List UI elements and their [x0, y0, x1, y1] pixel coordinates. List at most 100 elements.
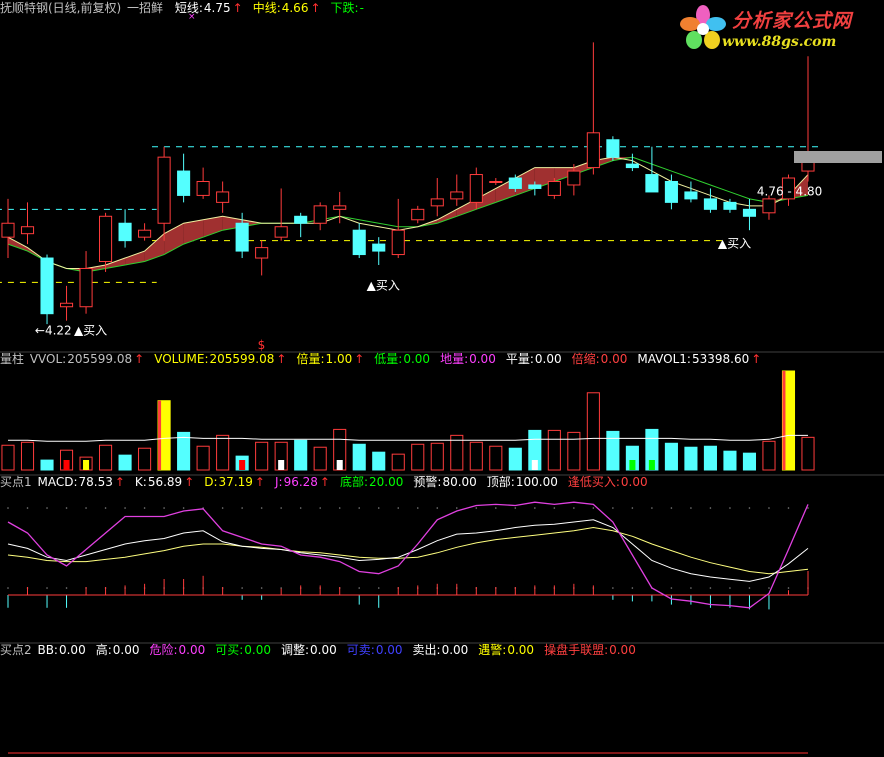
grid-dot — [436, 507, 439, 509]
grid-dot — [65, 587, 68, 589]
volume_header-item-value: 0.00 — [469, 352, 496, 366]
volume-bar — [40, 459, 54, 471]
volume-bar — [684, 446, 698, 471]
candle-body — [274, 226, 288, 238]
bb_header-item-value: 0.00 — [507, 643, 535, 657]
volume-bar — [255, 441, 269, 471]
macd_header-item: 预警:80.00 — [413, 475, 478, 489]
kdj-k-line — [7, 519, 809, 582]
kdj-j-line — [7, 501, 809, 609]
candle-body — [391, 229, 405, 256]
kdj-d-line — [7, 526, 809, 575]
grid-dot — [241, 507, 243, 509]
bb-panel-name: 买点2 — [0, 643, 32, 657]
grid-dot — [592, 507, 595, 509]
candle-body — [79, 267, 93, 308]
buy-annotation: ▲买入 — [718, 237, 751, 251]
volume-bar — [586, 392, 600, 471]
grid-dot — [260, 507, 263, 509]
indicator-name: 一招鲜 — [127, 1, 164, 15]
grid-dot — [46, 507, 48, 509]
volume-signal-block — [63, 460, 70, 470]
grid-dot — [338, 507, 341, 509]
candle-body — [742, 208, 757, 217]
volume_header-item-label: 低量: — [374, 352, 403, 366]
macd_header-item-value: 56.89 — [147, 475, 183, 489]
volume-bar-edge — [782, 371, 786, 470]
up-arrow-icon: ↑ — [134, 352, 145, 366]
volume_header-item-value: 0.00 — [403, 352, 431, 366]
grid-dot — [514, 507, 517, 509]
volume_header-item: 倍量:1.00 ↑ — [296, 352, 366, 366]
candle-body — [450, 191, 464, 200]
candle-body — [430, 198, 444, 207]
macd_header-item: K:56.89 ↑ — [135, 475, 196, 489]
candle-body — [567, 170, 581, 186]
bb_header-item: 危险:0.00 — [149, 643, 207, 657]
up-arrow-icon: ↑ — [232, 1, 243, 15]
candle-body — [469, 174, 483, 203]
volume_header-item-value: 0.00 — [534, 352, 562, 366]
volume_header-item: MAVOL1:53398.60 ↑ — [637, 352, 763, 366]
macd_header-item-value: 37.19 — [218, 475, 253, 489]
price-tag — [794, 151, 882, 163]
volume_header-item: VOLUME:205599.08 ↑ — [154, 352, 288, 366]
grid-dot — [631, 507, 634, 509]
bb_header-item-value: 0.00 — [112, 643, 140, 657]
price-panel: ▲买入▲买入▲买入←4.224.76 - 4.80$ — [0, 42, 882, 352]
candle-body — [333, 205, 347, 210]
bb_header-item: 可卖:0.00 — [347, 643, 405, 657]
grid-dot — [709, 507, 712, 509]
macd_header-item-label: K: — [134, 475, 147, 489]
macd_header-item: 顶部:100.00 — [487, 475, 560, 489]
grid-dot — [299, 507, 302, 509]
grid-dot — [748, 587, 751, 589]
bb_header-item: BB:0.00 — [37, 643, 87, 657]
candle-body — [684, 191, 698, 200]
mavol-line — [8, 434, 808, 442]
bb_header-item: 操盘手联盟:0.00 — [544, 643, 638, 657]
candle-body — [411, 208, 425, 221]
candle-body — [762, 198, 776, 214]
bb_header-item-value: 0.00 — [178, 643, 206, 657]
macd_header-item-label: 底部: — [339, 475, 369, 489]
macd_header-item: D:37.19 ↑ — [204, 475, 267, 489]
header-item-label: 下跌: — [330, 1, 359, 15]
volume_header-item-label: MAVOL1: — [637, 352, 691, 366]
macd_header-item-value: 96.28 — [283, 475, 318, 489]
volume-bar — [118, 454, 132, 471]
volume-bar — [372, 451, 386, 471]
bb_header-item-value: 0.00 — [609, 643, 636, 657]
grid-dot — [46, 587, 48, 589]
volume-bar — [801, 436, 815, 471]
grid-dot — [534, 507, 536, 509]
candle-body — [118, 222, 132, 242]
volume-bar — [99, 444, 113, 471]
header-item-value: - — [359, 1, 364, 15]
grid-dot — [690, 507, 692, 509]
bb_header-item-label: 调整: — [281, 643, 310, 657]
stock-title: 抚顺特钢(日线,前复权) — [0, 1, 122, 15]
grid-dot — [670, 587, 673, 589]
bb_header-item: 调整:0.00 — [281, 643, 339, 657]
macd_header-item-value: 20.00 — [369, 475, 404, 489]
up-arrow-icon: ↑ — [276, 352, 287, 366]
bb_header-item: 可买:0.00 — [215, 643, 273, 657]
candle-body — [586, 132, 600, 169]
macd_header-item-value: 0.00 — [620, 475, 648, 489]
buy-annotation: 4.76 - 4.80 — [757, 185, 822, 199]
macd_header-item-label: 逢低买入: — [567, 475, 620, 489]
candle-body — [508, 177, 522, 189]
candle-body — [177, 170, 191, 196]
volume_header-item-value: 53398.60 — [691, 352, 750, 366]
candle-body — [255, 247, 269, 259]
bb_header-item-label: 危险: — [149, 643, 178, 657]
bb_header-item: 高:0.00 — [96, 643, 142, 657]
header-item-value: 4.75 — [203, 1, 231, 15]
volume-panel-name: 量柱 — [0, 352, 25, 366]
header-item: 下跌:- — [331, 1, 366, 15]
macd_header-item: 逢低买入:0.00 — [568, 475, 650, 489]
grid-dot — [651, 507, 653, 509]
candle-body — [313, 205, 327, 224]
candle-body — [40, 257, 54, 315]
